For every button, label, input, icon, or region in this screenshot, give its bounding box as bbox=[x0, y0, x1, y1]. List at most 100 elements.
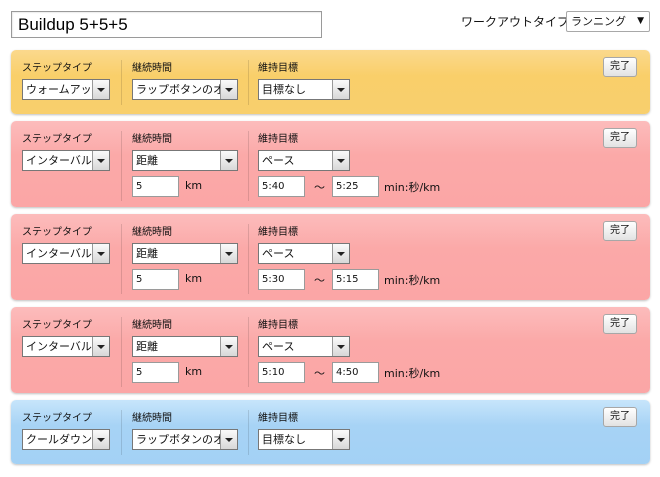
duration-label: 継続時間 bbox=[132, 63, 172, 74]
dropdown-arrow-icon[interactable] bbox=[92, 244, 109, 263]
step-type-value: インターバル bbox=[26, 340, 92, 353]
pace-from-input[interactable]: 5:10 bbox=[258, 362, 305, 383]
step-type-label: ステップタイプ bbox=[22, 320, 92, 331]
step-type-label: ステップタイプ bbox=[22, 134, 92, 145]
target-value: ペース bbox=[262, 247, 295, 260]
divider bbox=[121, 60, 122, 105]
distance-unit: km bbox=[185, 365, 203, 378]
pace-unit: min:秒/km bbox=[384, 274, 441, 287]
duration-label: 継続時間 bbox=[132, 227, 172, 238]
range-separator: 〜 bbox=[314, 181, 325, 194]
target-value: ペース bbox=[262, 340, 295, 353]
target-select[interactable]: ペース bbox=[258, 150, 350, 171]
target-value: 目標なし bbox=[262, 83, 306, 96]
divider bbox=[121, 410, 122, 455]
dropdown-arrow-icon[interactable] bbox=[220, 337, 237, 356]
pace-from-input[interactable]: 5:40 bbox=[258, 176, 305, 197]
dropdown-arrow-icon[interactable] bbox=[92, 80, 109, 99]
target-select[interactable]: ペース bbox=[258, 336, 350, 357]
workout-type-select[interactable]: ランニング ▼ bbox=[566, 11, 650, 32]
duration-value: 距離 bbox=[136, 340, 158, 353]
pace-from-input[interactable]: 5:30 bbox=[258, 269, 305, 290]
duration-label: 継続時間 bbox=[132, 413, 172, 424]
dropdown-arrow-icon[interactable] bbox=[332, 430, 349, 449]
step-interval: ステップタイプ 継続時間 維持目標 インターバル 距離 ペース 5 km 5:4… bbox=[11, 121, 650, 207]
dropdown-arrow-icon[interactable] bbox=[92, 430, 109, 449]
target-select[interactable]: 目標なし bbox=[258, 429, 350, 450]
pace-to-input[interactable]: 5:25 bbox=[332, 176, 379, 197]
step-type-label: ステップタイプ bbox=[22, 63, 92, 74]
divider bbox=[248, 60, 249, 105]
divider bbox=[248, 317, 249, 387]
duration-select[interactable]: 距離 bbox=[132, 243, 238, 264]
pace-unit: min:秒/km bbox=[384, 181, 441, 194]
divider bbox=[121, 317, 122, 387]
distance-input[interactable]: 5 bbox=[132, 269, 179, 290]
duration-select[interactable]: ラップボタンのオン bbox=[132, 429, 238, 450]
dropdown-arrow-icon[interactable] bbox=[220, 151, 237, 170]
dropdown-arrow-icon[interactable] bbox=[92, 151, 109, 170]
duration-label: 継続時間 bbox=[132, 134, 172, 145]
divider bbox=[248, 131, 249, 201]
range-separator: 〜 bbox=[314, 274, 325, 287]
distance-unit: km bbox=[185, 272, 203, 285]
step-interval: ステップタイプ 継続時間 維持目標 インターバル 距離 ペース 5 km 5:3… bbox=[11, 214, 650, 300]
target-select[interactable]: ペース bbox=[258, 243, 350, 264]
duration-value: 距離 bbox=[136, 247, 158, 260]
dropdown-arrow-icon[interactable] bbox=[220, 430, 237, 449]
target-select[interactable]: 目標なし bbox=[258, 79, 350, 100]
step-type-label: ステップタイプ bbox=[22, 413, 92, 424]
dropdown-arrow-icon[interactable] bbox=[220, 80, 237, 99]
step-type-value: クールダウン bbox=[26, 433, 92, 446]
workout-type-value: ランニング bbox=[571, 15, 626, 28]
step-type-label: ステップタイプ bbox=[22, 227, 92, 238]
range-separator: 〜 bbox=[314, 367, 325, 380]
target-label: 維持目標 bbox=[258, 134, 298, 145]
chevron-down-icon: ▼ bbox=[637, 16, 644, 26]
duration-select[interactable]: 距離 bbox=[132, 336, 238, 357]
step-type-value: インターバル bbox=[26, 154, 92, 167]
dropdown-arrow-icon[interactable] bbox=[332, 244, 349, 263]
done-button[interactable]: 完了 bbox=[603, 407, 637, 427]
duration-select[interactable]: 距離 bbox=[132, 150, 238, 171]
pace-unit: min:秒/km bbox=[384, 367, 441, 380]
workout-name-input[interactable]: Buildup 5+5+5 bbox=[11, 11, 322, 38]
dropdown-arrow-icon[interactable] bbox=[332, 337, 349, 356]
distance-input[interactable]: 5 bbox=[132, 362, 179, 383]
step-type-select[interactable]: ウォームアップ bbox=[22, 79, 110, 100]
workout-type-label: ワークアウトタイプ: bbox=[461, 15, 574, 29]
step-type-select[interactable]: インターバル bbox=[22, 243, 110, 264]
pace-to-input[interactable]: 5:15 bbox=[332, 269, 379, 290]
dropdown-arrow-icon[interactable] bbox=[332, 151, 349, 170]
duration-value: 距離 bbox=[136, 154, 158, 167]
pace-to-input[interactable]: 4:50 bbox=[332, 362, 379, 383]
distance-input[interactable]: 5 bbox=[132, 176, 179, 197]
step-interval: ステップタイプ 継続時間 維持目標 インターバル 距離 ペース 5 km 5:1… bbox=[11, 307, 650, 393]
dropdown-arrow-icon[interactable] bbox=[92, 337, 109, 356]
dropdown-arrow-icon[interactable] bbox=[332, 80, 349, 99]
done-button[interactable]: 完了 bbox=[603, 57, 637, 77]
divider bbox=[248, 224, 249, 294]
duration-label: 継続時間 bbox=[132, 320, 172, 331]
done-button[interactable]: 完了 bbox=[603, 221, 637, 241]
target-label: 維持目標 bbox=[258, 227, 298, 238]
divider bbox=[121, 224, 122, 294]
target-label: 維持目標 bbox=[258, 413, 298, 424]
step-type-value: インターバル bbox=[26, 247, 92, 260]
dropdown-arrow-icon[interactable] bbox=[220, 244, 237, 263]
divider bbox=[248, 410, 249, 455]
distance-unit: km bbox=[185, 179, 203, 192]
done-button[interactable]: 完了 bbox=[603, 314, 637, 334]
target-label: 維持目標 bbox=[258, 63, 298, 74]
step-cooldown: ステップタイプ 継続時間 維持目標 クールダウン ラップボタンのオン 目標なし … bbox=[11, 400, 650, 464]
duration-select[interactable]: ラップボタンのオン bbox=[132, 79, 238, 100]
divider bbox=[121, 131, 122, 201]
target-value: 目標なし bbox=[262, 433, 306, 446]
step-warmup: ステップタイプ 継続時間 維持目標 ウォームアップ ラップボタンのオン 目標なし… bbox=[11, 50, 650, 114]
target-label: 維持目標 bbox=[258, 320, 298, 331]
step-type-select[interactable]: インターバル bbox=[22, 150, 110, 171]
step-type-select[interactable]: インターバル bbox=[22, 336, 110, 357]
done-button[interactable]: 完了 bbox=[603, 128, 637, 148]
target-value: ペース bbox=[262, 154, 295, 167]
step-type-select[interactable]: クールダウン bbox=[22, 429, 110, 450]
